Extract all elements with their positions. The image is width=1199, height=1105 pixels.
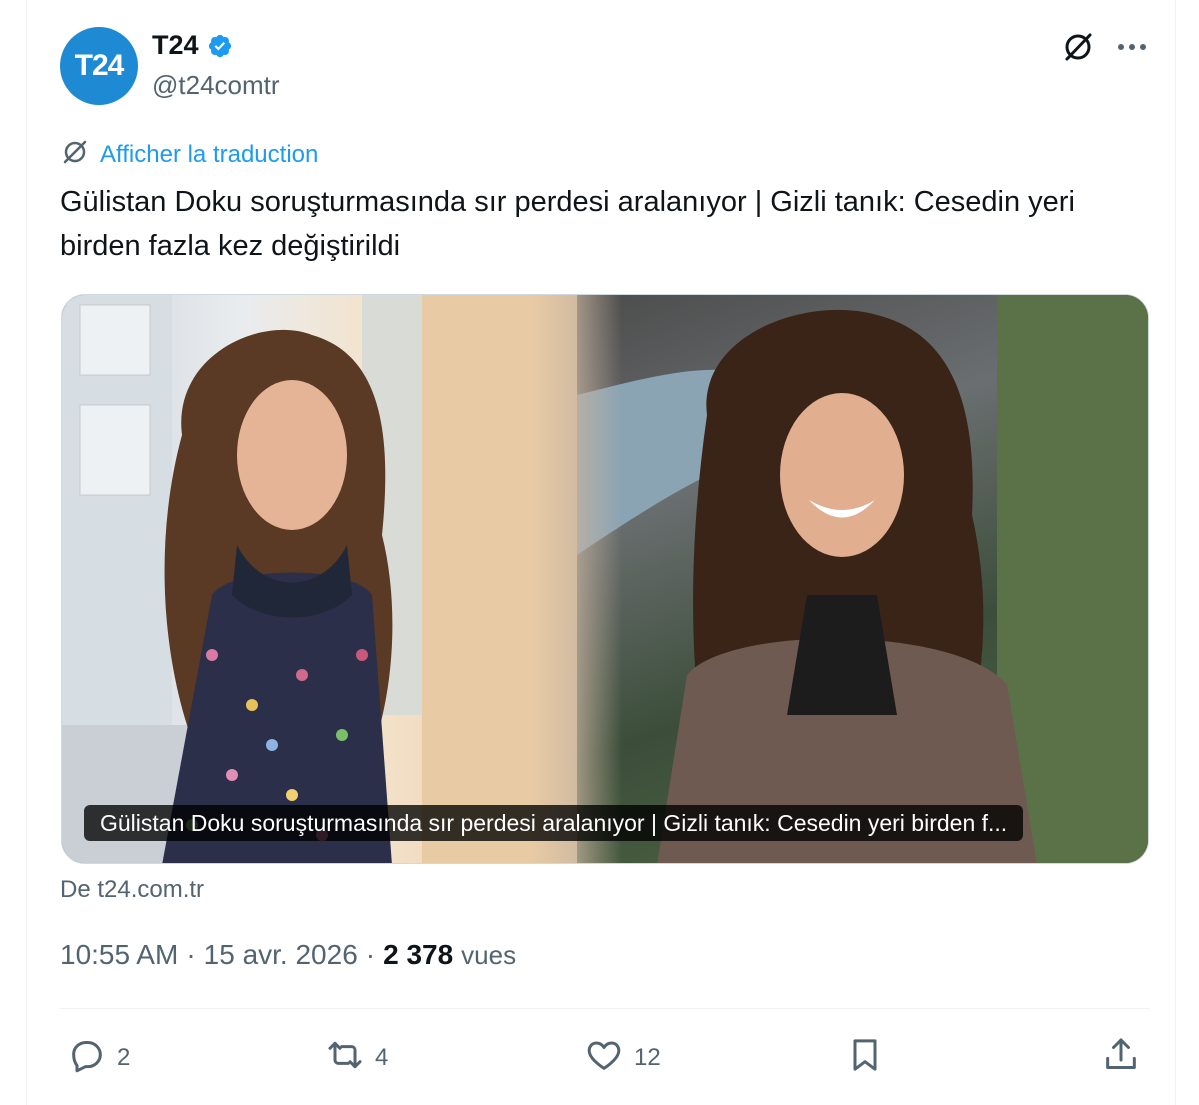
author-handle[interactable]: @t24comtr — [152, 70, 280, 101]
verified-badge-icon — [207, 33, 233, 59]
translate-label[interactable]: Afficher la traduction — [100, 141, 318, 169]
link-source[interactable]: De t24.com.tr — [60, 876, 204, 904]
views-count: 2 378 — [383, 939, 454, 970]
action-bar: 2 4 12 — [27, 1035, 1177, 1085]
media-caption: Gülistan Doku soruşturmasında sır perdes… — [84, 805, 1024, 841]
tweet-time[interactable]: 10:55 AM — [60, 939, 178, 971]
tweet-meta: 10:55 AM · 15 avr. 2026 · 2 378 vues — [60, 939, 516, 971]
author-name[interactable]: T24 — [152, 30, 199, 61]
bookmark-button[interactable] — [845, 1035, 885, 1081]
photo-right — [577, 295, 1148, 863]
share-icon — [1101, 1035, 1141, 1082]
meta-separator: · — [365, 939, 376, 970]
grok-icon[interactable] — [1059, 28, 1097, 66]
heart-icon — [584, 1035, 624, 1082]
translate-icon — [60, 137, 90, 172]
reply-count: 2 — [117, 1044, 131, 1071]
link-card-image[interactable]: Gülistan Doku soruşturmasında sır perdes… — [61, 294, 1149, 864]
like-button[interactable]: 12 — [584, 1035, 661, 1081]
photo-left — [62, 295, 577, 863]
repost-count: 4 — [375, 1044, 389, 1071]
avatar[interactable]: T24 — [60, 27, 138, 105]
photo-seam — [532, 295, 622, 863]
like-count: 12 — [634, 1044, 661, 1071]
translate-link[interactable]: Afficher la traduction — [60, 137, 318, 172]
bookmark-icon — [845, 1035, 885, 1082]
avatar-text: T24 — [74, 49, 125, 82]
tweet-date[interactable]: 15 avr. 2026 — [204, 939, 358, 971]
author-name-row[interactable]: T24 — [152, 30, 233, 61]
repost-button[interactable]: 4 — [325, 1035, 388, 1081]
share-button[interactable] — [1101, 1035, 1141, 1081]
reply-button[interactable]: 2 — [67, 1035, 130, 1081]
more-icon[interactable] — [1113, 28, 1151, 66]
tweet-card: T24 T24 @t24comtr Afficher la traduction… — [26, 0, 1176, 1105]
repost-icon — [325, 1035, 365, 1082]
tweet-text: Gülistan Doku soruşturmasında sır perdes… — [60, 186, 1075, 262]
divider — [60, 1008, 1150, 1009]
reply-icon — [67, 1035, 107, 1082]
meta-separator: · — [186, 939, 196, 970]
views-label: vues — [461, 940, 517, 970]
